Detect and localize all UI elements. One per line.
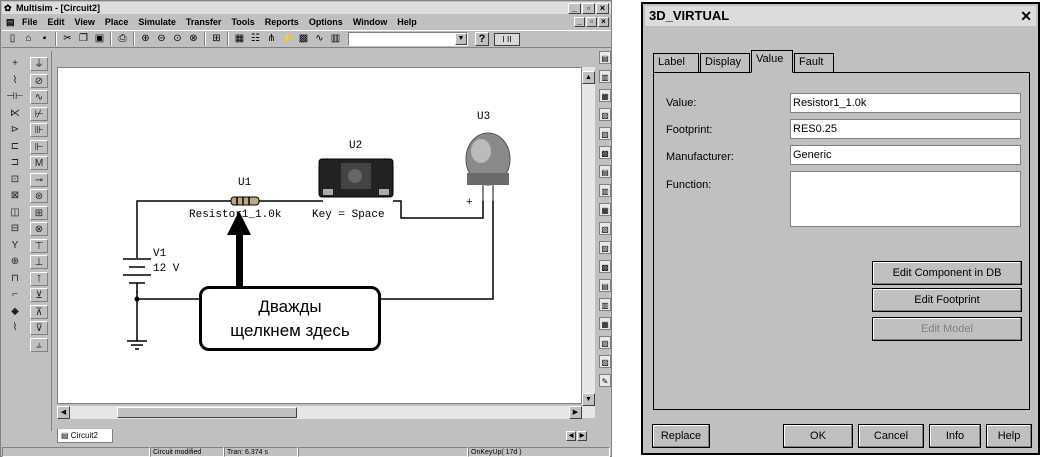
u1-value-label: Resistor1_1.0k [189,209,282,221]
horizontal-scroll-thumb[interactable] [117,407,297,418]
tab-prev-icon[interactable]: ◀ [566,431,576,441]
tab-label[interactable]: Label [653,53,699,72]
led-u3[interactable] [465,132,511,201]
instruction-callout: Дважды щелкнем здесь [199,286,381,351]
vertical-scrollbar[interactable]: ▲ ▼ [582,67,595,418]
u1-ref-label: U1 [238,177,252,189]
function-field[interactable] [790,171,1021,227]
edit-footprint-button[interactable]: Edit Footprint [872,288,1022,312]
status-modified: Circuit modified [150,447,224,457]
manufacturer-field[interactable]: Generic [790,145,1021,165]
led-plus-sign: + [466,197,473,209]
switch-u2[interactable] [318,158,394,198]
edit-model-button[interactable]: Edit Model [872,317,1022,341]
footprint-field[interactable]: RES0.25 [790,119,1021,139]
help-button[interactable]: Help [986,424,1032,448]
replace-button[interactable]: Replace [652,424,710,448]
status-tran: Tran: 6.374 s [224,447,298,457]
circuit-tab-strip: ▤ Circuit2 ◀ ▶ [57,429,597,445]
circuit-schematic [123,132,511,350]
tab-display[interactable]: Display [700,53,750,72]
dialog-title-bar: 3D_VIRTUAL ✕ [645,6,1036,26]
properties-dialog: 3D_VIRTUAL ✕ Label Display Value Fault V… [641,2,1040,455]
scroll-right-icon[interactable]: ▶ [569,406,582,419]
circuit-tab-label: Circuit2 [70,431,98,440]
battery-v1[interactable] [123,258,151,293]
horizontal-scrollbar[interactable]: ◀ ▶ [57,406,582,419]
v1-ref-label: V1 [153,248,167,260]
tab-next-icon[interactable]: ▶ [577,431,587,441]
tab-fault[interactable]: Fault [794,53,834,72]
info-button[interactable]: Info [929,424,981,448]
value-tab-panel: Value: Resistor1_1.0k Footprint: RES0.25… [653,72,1030,410]
callout-line-1: Дважды [258,297,322,316]
u3-ref-label: U3 [477,111,491,123]
edit-component-in-db-button[interactable]: Edit Component in DB [872,261,1022,285]
value-label: Value: [666,97,697,109]
tab-value[interactable]: Value [751,50,793,73]
function-label: Function: [666,179,712,191]
status-empty [2,447,150,457]
status-event: OnKeyUp( 17d ) [468,447,610,457]
ground-symbol [127,340,147,350]
callout-line-2: щелкнем здесь [230,321,350,340]
circuit-tab[interactable]: ▤ Circuit2 [57,429,113,443]
status-bar: Circuit modified Tran: 6.374 s OnKeyUp( … [2,447,611,457]
u2-value-label: Key = Space [312,209,385,221]
u2-ref-label: U2 [349,140,363,152]
dialog-title: 3D_VIRTUAL [649,8,730,23]
ok-button[interactable]: OK [783,424,853,448]
scroll-left-icon[interactable]: ◀ [57,406,70,419]
scroll-down-icon[interactable]: ▼ [582,393,595,406]
dialog-close-icon[interactable]: ✕ [1020,8,1032,24]
value-field[interactable]: Resistor1_1.0k [790,93,1021,113]
status-spacer [298,447,468,457]
footprint-label: Footprint: [666,124,713,136]
scroll-up-icon[interactable]: ▲ [582,71,595,84]
cancel-button[interactable]: Cancel [858,424,924,448]
pointer-arrow [227,211,251,291]
multisim-window: ✿ Multisim - [Circuit2] _ ▫ × ▤ File Edi… [0,0,612,457]
manufacturer-label: Manufacturer: [666,151,734,163]
v1-value-label: 12 V [153,263,180,275]
circuit-tab-icon: ▤ [61,431,69,440]
resistor-u1[interactable] [230,196,260,206]
wire-junction [134,296,140,302]
